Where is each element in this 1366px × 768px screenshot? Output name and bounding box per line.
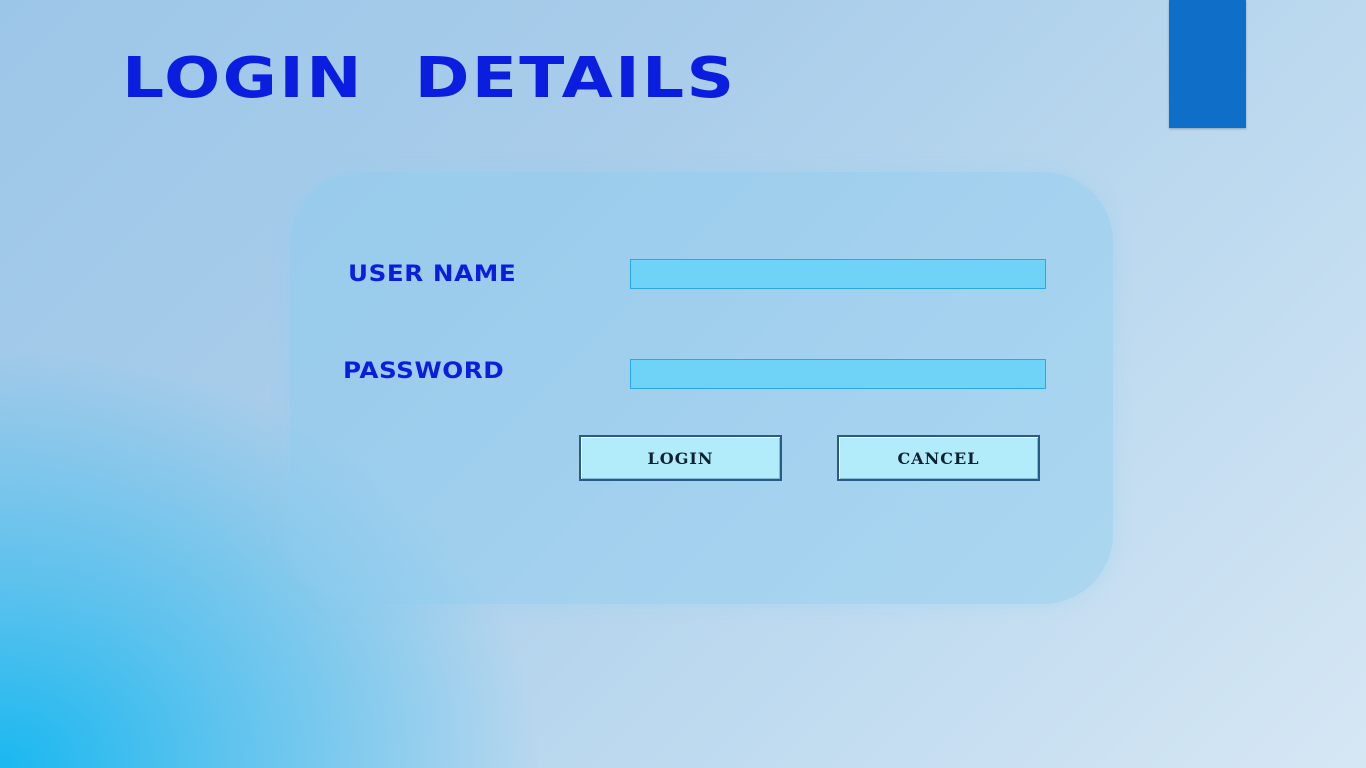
username-label: USER NAME bbox=[348, 262, 517, 287]
password-label: PASSWORD bbox=[343, 359, 505, 384]
corner-accent-block bbox=[1169, 0, 1246, 128]
username-field[interactable] bbox=[630, 259, 1046, 289]
login-button[interactable]: LOGIN bbox=[579, 435, 782, 481]
page-title: LOGIN DETAILS bbox=[122, 46, 737, 111]
password-field[interactable] bbox=[630, 359, 1046, 389]
cancel-button[interactable]: CANCEL bbox=[837, 435, 1040, 481]
